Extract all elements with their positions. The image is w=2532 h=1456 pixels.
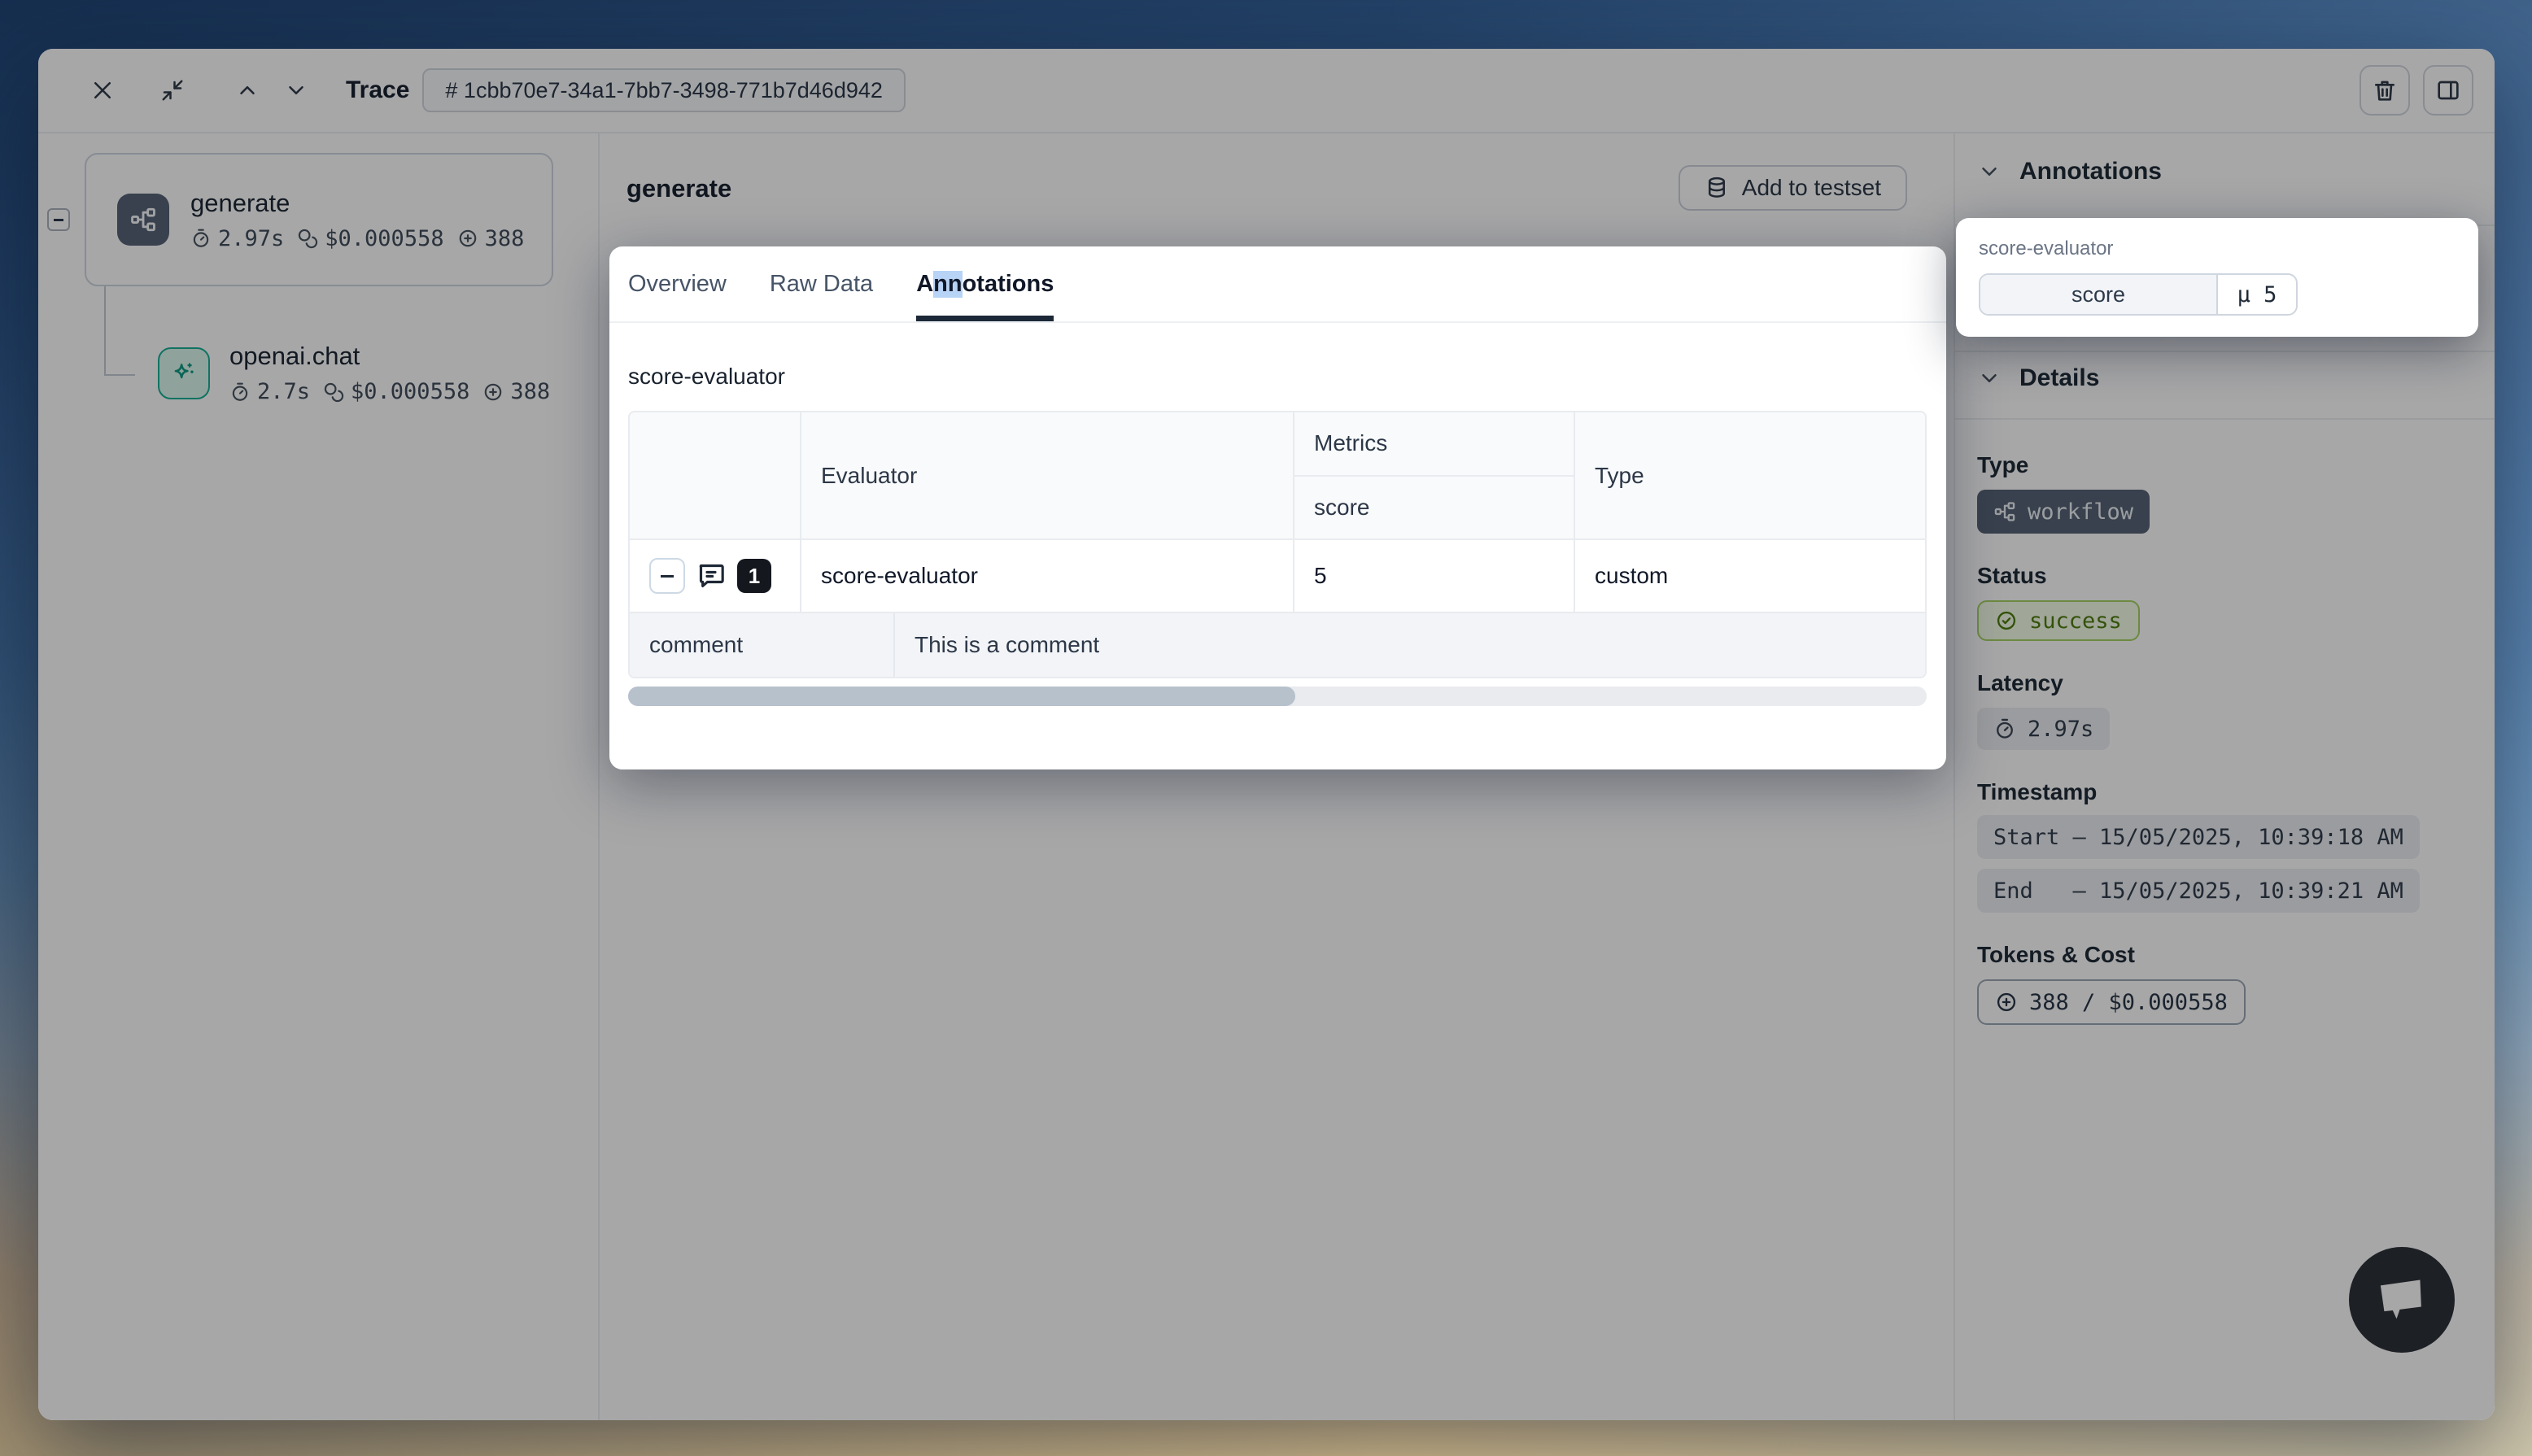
- latency-badge: 2.97s: [1977, 708, 2110, 750]
- trace-title: Trace: [346, 76, 409, 104]
- annotations-tab-card: Overview Raw Data Annotations score-eval…: [609, 246, 1946, 769]
- database-icon: [1705, 176, 1729, 200]
- tree-node-title: openai.chat: [229, 342, 550, 371]
- tree-node-openai-chat[interactable]: openai.chat 2.7s $0.000558 388: [158, 342, 550, 404]
- popup-evaluator-label: score-evaluator: [1979, 238, 2456, 260]
- metric-name[interactable]: score: [1980, 275, 2218, 314]
- evaluator-column-header: Evaluator: [801, 412, 1294, 538]
- trace-modal: Trace # 1cbb70e7-34a1-7bb7-3498-771b7d46…: [38, 49, 2495, 1420]
- type-label: Type: [1977, 452, 2473, 478]
- divider: [1955, 351, 2495, 352]
- node-cost: $0.000558: [351, 379, 469, 404]
- workflow-icon: [117, 194, 169, 246]
- prev-trace-chevron-up-icon[interactable]: [235, 78, 260, 102]
- chevron-down-icon: [1977, 366, 2002, 390]
- metrics-column-header: Metrics score: [1294, 412, 1575, 538]
- workflow-icon: [1993, 500, 2016, 523]
- evaluator-section-title: score-evaluator: [628, 364, 1927, 390]
- tab-raw-data[interactable]: Raw Data: [770, 246, 873, 321]
- tokens-cost-badge: 388 / $0.000558: [1977, 979, 2246, 1025]
- controls-column-header: [630, 412, 801, 538]
- node-tokens: 388: [510, 379, 550, 404]
- annotations-section-header[interactable]: Annotations: [1977, 158, 2162, 185]
- trace-tree-panel: generate 2.97s $0.000558 388 openai.chat…: [38, 133, 600, 1420]
- panel-right-icon: [2435, 77, 2461, 103]
- tab-bar: Overview Raw Data Annotations: [609, 246, 1946, 323]
- tree-node-title: generate: [190, 189, 524, 218]
- tree-connector: [104, 286, 135, 376]
- minimize-icon[interactable]: [160, 78, 185, 102]
- score-cell: 5: [1294, 540, 1575, 612]
- horizontal-scrollbar[interactable]: [628, 687, 1927, 706]
- annotation-score-pill[interactable]: score μ 5: [1979, 273, 2298, 316]
- chevron-down-icon: [1977, 159, 2002, 184]
- next-trace-chevron-down-icon[interactable]: [284, 78, 308, 102]
- metric-value[interactable]: μ 5: [2218, 275, 2296, 314]
- node-tokens: 388: [485, 226, 525, 251]
- span-title: generate: [626, 174, 731, 203]
- scrollbar-thumb[interactable]: [628, 687, 1295, 706]
- sparkle-icon: [158, 347, 210, 399]
- text-selection: nn: [933, 271, 962, 298]
- node-cost: $0.000558: [325, 226, 443, 251]
- tab-overview[interactable]: Overview: [628, 246, 727, 321]
- timer-icon: [1993, 717, 2016, 740]
- node-latency: 2.7s: [257, 379, 310, 404]
- comment-value: This is a comment: [895, 613, 1927, 677]
- toggle-side-panel-button[interactable]: [2423, 65, 2473, 116]
- timer-icon: [229, 381, 251, 403]
- coins-icon: [297, 228, 318, 249]
- tokens-cost-label: Tokens & Cost: [1977, 942, 2473, 968]
- timer-icon: [190, 228, 212, 249]
- chat-bubble-icon: [2371, 1269, 2433, 1331]
- trace-id-badge[interactable]: # 1cbb70e7-34a1-7bb7-3498-771b7d46d942: [422, 68, 905, 112]
- table-row: 1 score-evaluator 5 custom: [630, 538, 1927, 612]
- check-circle-icon: [1995, 609, 2018, 632]
- annotation-popup: score-evaluator score μ 5: [1956, 218, 2478, 337]
- plus-circle-icon: [482, 381, 504, 403]
- status-badge: success: [1977, 600, 2140, 641]
- annotations-table: Evaluator Metrics score Type 1: [628, 411, 1927, 678]
- details-section-header[interactable]: Details: [1977, 364, 2099, 392]
- type-badge: workflow: [1977, 490, 2150, 534]
- close-icon[interactable]: [90, 78, 115, 102]
- chat-widget-button[interactable]: [2349, 1247, 2455, 1353]
- type-column-header: Type: [1575, 412, 1927, 538]
- comment-label: comment: [630, 613, 895, 677]
- node-latency: 2.97s: [218, 226, 284, 251]
- trace-topbar: Trace # 1cbb70e7-34a1-7bb7-3498-771b7d46…: [38, 49, 2495, 133]
- comment-icon[interactable]: [695, 560, 727, 592]
- metric-name-subheader: score: [1294, 477, 1574, 539]
- type-cell: custom: [1575, 540, 1927, 612]
- plus-circle-icon: [1995, 991, 2018, 1014]
- comment-count-badge[interactable]: 1: [737, 559, 771, 593]
- timestamp-label: Timestamp: [1977, 779, 2473, 805]
- plus-circle-icon: [457, 228, 478, 249]
- evaluator-cell: score-evaluator: [801, 540, 1294, 612]
- add-to-testset-button[interactable]: Add to testset: [1679, 165, 1907, 211]
- coins-icon: [323, 381, 344, 403]
- collapse-row-minus-icon[interactable]: [649, 558, 685, 594]
- collapse-node-minus-icon[interactable]: [47, 208, 70, 231]
- latency-label: Latency: [1977, 670, 2473, 696]
- tab-annotations[interactable]: Annotations: [916, 246, 1054, 321]
- trash-icon: [2372, 77, 2398, 103]
- delete-trace-button[interactable]: [2360, 65, 2410, 116]
- comment-row: comment This is a comment: [630, 612, 1927, 677]
- tree-node-generate[interactable]: generate 2.97s $0.000558 388: [85, 153, 553, 286]
- timestamp-end-badge: End – 15/05/2025, 10:39:21 AM: [1977, 869, 2420, 913]
- timestamp-start-badge: Start – 15/05/2025, 10:39:18 AM: [1977, 815, 2420, 859]
- status-label: Status: [1977, 563, 2473, 589]
